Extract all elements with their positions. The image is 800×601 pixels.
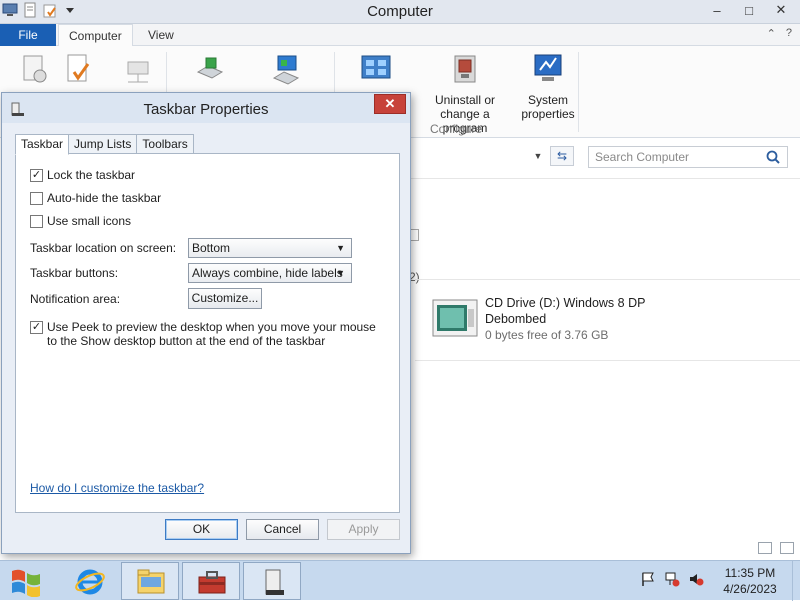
taskbar-buttons-label: Taskbar buttons: (30, 266, 119, 280)
location-label: Taskbar location on screen: (30, 241, 177, 255)
media-drive-icon (196, 57, 224, 79)
control-panel-icon (361, 55, 391, 79)
notification-area (640, 571, 704, 587)
lock-taskbar-checkbox[interactable]: ✓ (30, 169, 43, 182)
dialog-close-button[interactable]: ✕ (374, 94, 406, 114)
system-label-line2: properties (521, 107, 575, 121)
drive-label: Debombed (485, 312, 547, 326)
taskbar: 11:35 PM 4/26/2023 (0, 560, 800, 601)
tab-computer[interactable]: Computer (58, 24, 133, 47)
help-icon[interactable]: ? (786, 27, 792, 40)
chevron-down-icon: ▼ (336, 243, 345, 253)
ribbon-network-location-button[interactable] (246, 52, 326, 93)
small-icons-checkbox[interactable] (30, 215, 43, 228)
refresh-button[interactable]: ⇆ (550, 146, 574, 166)
ribbon-tab-strip: File Computer View ⌃ ? (0, 24, 800, 47)
taskbar-properties-icon (265, 569, 284, 595)
dialog-tabs: Taskbar Jump Lists Toolbars (15, 134, 194, 155)
close-window-button[interactable]: ✕ (766, 0, 796, 20)
network-location-icon (272, 55, 300, 85)
ribbon-control-panel-button[interactable] (336, 52, 416, 93)
taskbar-buttons-value: Always combine, hide labels (192, 266, 343, 280)
system-properties-button[interactable]: System properties (508, 52, 588, 121)
peek-checkbox[interactable]: ✓ (30, 321, 43, 334)
explorer-title-bar: Computer – □ ✕ (0, 0, 800, 24)
lock-taskbar-option[interactable]: ✓ Lock the taskbar (30, 168, 135, 182)
tab-view[interactable]: View (138, 24, 184, 47)
maximize-button[interactable]: □ (734, 0, 764, 20)
search-placeholder: Search Computer (595, 150, 690, 164)
chevron-down-icon: ▼ (336, 268, 345, 278)
ribbon-separator (578, 52, 579, 132)
search-icon[interactable] (765, 149, 781, 165)
system-clock[interactable]: 11:35 PM 4/26/2023 (716, 565, 784, 597)
lock-taskbar-label: Lock the taskbar (47, 168, 136, 182)
location-value: Bottom (192, 241, 231, 255)
group-divider (415, 279, 800, 280)
taskbar-taskbar-properties[interactable] (243, 562, 301, 600)
window-controls: – □ ✕ (702, 0, 796, 20)
taskbar-file-explorer[interactable] (121, 562, 179, 600)
ribbon-right-controls: ⌃ ? (767, 27, 792, 40)
taskbar-tab-panel: ✓ Lock the taskbar Auto-hide the taskbar… (15, 153, 400, 513)
network-icon[interactable] (664, 571, 680, 587)
search-box[interactable]: Search Computer (588, 146, 788, 168)
ok-button[interactable]: OK (165, 519, 238, 540)
cd-drive-item[interactable]: CD Drive (D:) Windows 8 DP Debombed 0 by… (432, 296, 792, 346)
customize-button[interactable]: Customize... (188, 288, 262, 309)
peek-option[interactable]: ✓ Use Peek to preview the desktop when y… (30, 320, 380, 348)
clock-time: 11:35 PM (724, 566, 776, 580)
uninstall-label-line1: Uninstall or (434, 93, 496, 107)
address-dropdown-icon[interactable]: ▼ (530, 146, 546, 166)
notification-area-label: Notification area: (30, 292, 121, 306)
location-select[interactable]: Bottom ▼ (188, 238, 352, 258)
open-check-icon (67, 54, 90, 82)
dialog-title-bar[interactable]: Taskbar Properties ✕ (2, 93, 410, 123)
ribbon-media-button[interactable] (170, 52, 250, 93)
toolbar-divider (410, 178, 800, 179)
dialog-title: Taskbar Properties (143, 101, 269, 118)
flag-icon[interactable] (640, 571, 656, 587)
tab-jump-lists[interactable]: Jump Lists (68, 134, 138, 154)
system-label-line1: System (527, 93, 568, 107)
view-switcher (758, 542, 794, 554)
details-view-icon[interactable] (758, 542, 772, 554)
volume-muted-icon[interactable] (688, 571, 704, 587)
taskbar-buttons-select[interactable]: Always combine, hide labels ▼ (188, 263, 352, 283)
help-link[interactable]: How do I customize the taskbar? (30, 481, 204, 495)
autohide-option[interactable]: Auto-hide the taskbar (30, 191, 161, 205)
show-desktop-button[interactable] (792, 561, 800, 601)
taskbar-internet-explorer[interactable] (60, 562, 118, 600)
tab-taskbar[interactable]: Taskbar (15, 134, 70, 155)
autohide-checkbox[interactable] (30, 192, 43, 205)
uninstall-program-icon (454, 55, 476, 83)
group-divider (415, 360, 800, 361)
refresh-icon: ⇆ (556, 149, 568, 163)
window-title: Computer (367, 3, 433, 20)
internet-explorer-icon (75, 569, 105, 595)
drive-space: 0 bytes free of 3.76 GB (485, 328, 609, 342)
file-tab[interactable]: File (0, 24, 56, 46)
small-icons-option[interactable]: Use small icons (30, 214, 131, 228)
configure-group-label: Configure (430, 122, 483, 136)
tab-toolbars[interactable]: Toolbars (136, 134, 194, 154)
taskbar-toolbox-app[interactable] (182, 562, 240, 600)
start-windows-icon[interactable] (6, 565, 46, 597)
minimize-ribbon-icon[interactable]: ⌃ (767, 27, 776, 40)
apply-button[interactable]: Apply (327, 519, 400, 540)
cancel-button[interactable]: Cancel (246, 519, 319, 540)
system-properties-icon (534, 54, 562, 81)
small-icons-label: Use small icons (47, 214, 132, 228)
large-icons-view-icon[interactable] (780, 542, 794, 554)
network-drive-icon (127, 61, 149, 83)
autohide-label: Auto-hide the taskbar (47, 191, 162, 205)
folder-icon (137, 569, 165, 594)
clock-date: 4/26/2023 (723, 582, 777, 596)
toolbox-icon (198, 571, 226, 594)
taskbar-properties-dialog: Taskbar Properties ✕ Taskbar Jump Lists … (1, 92, 411, 554)
minimize-button[interactable]: – (702, 0, 732, 20)
cd-drive-icon (432, 299, 478, 337)
peek-label: Use Peek to preview the desktop when you… (47, 320, 376, 348)
drive-name: CD Drive (D:) Windows 8 DP (485, 296, 646, 310)
